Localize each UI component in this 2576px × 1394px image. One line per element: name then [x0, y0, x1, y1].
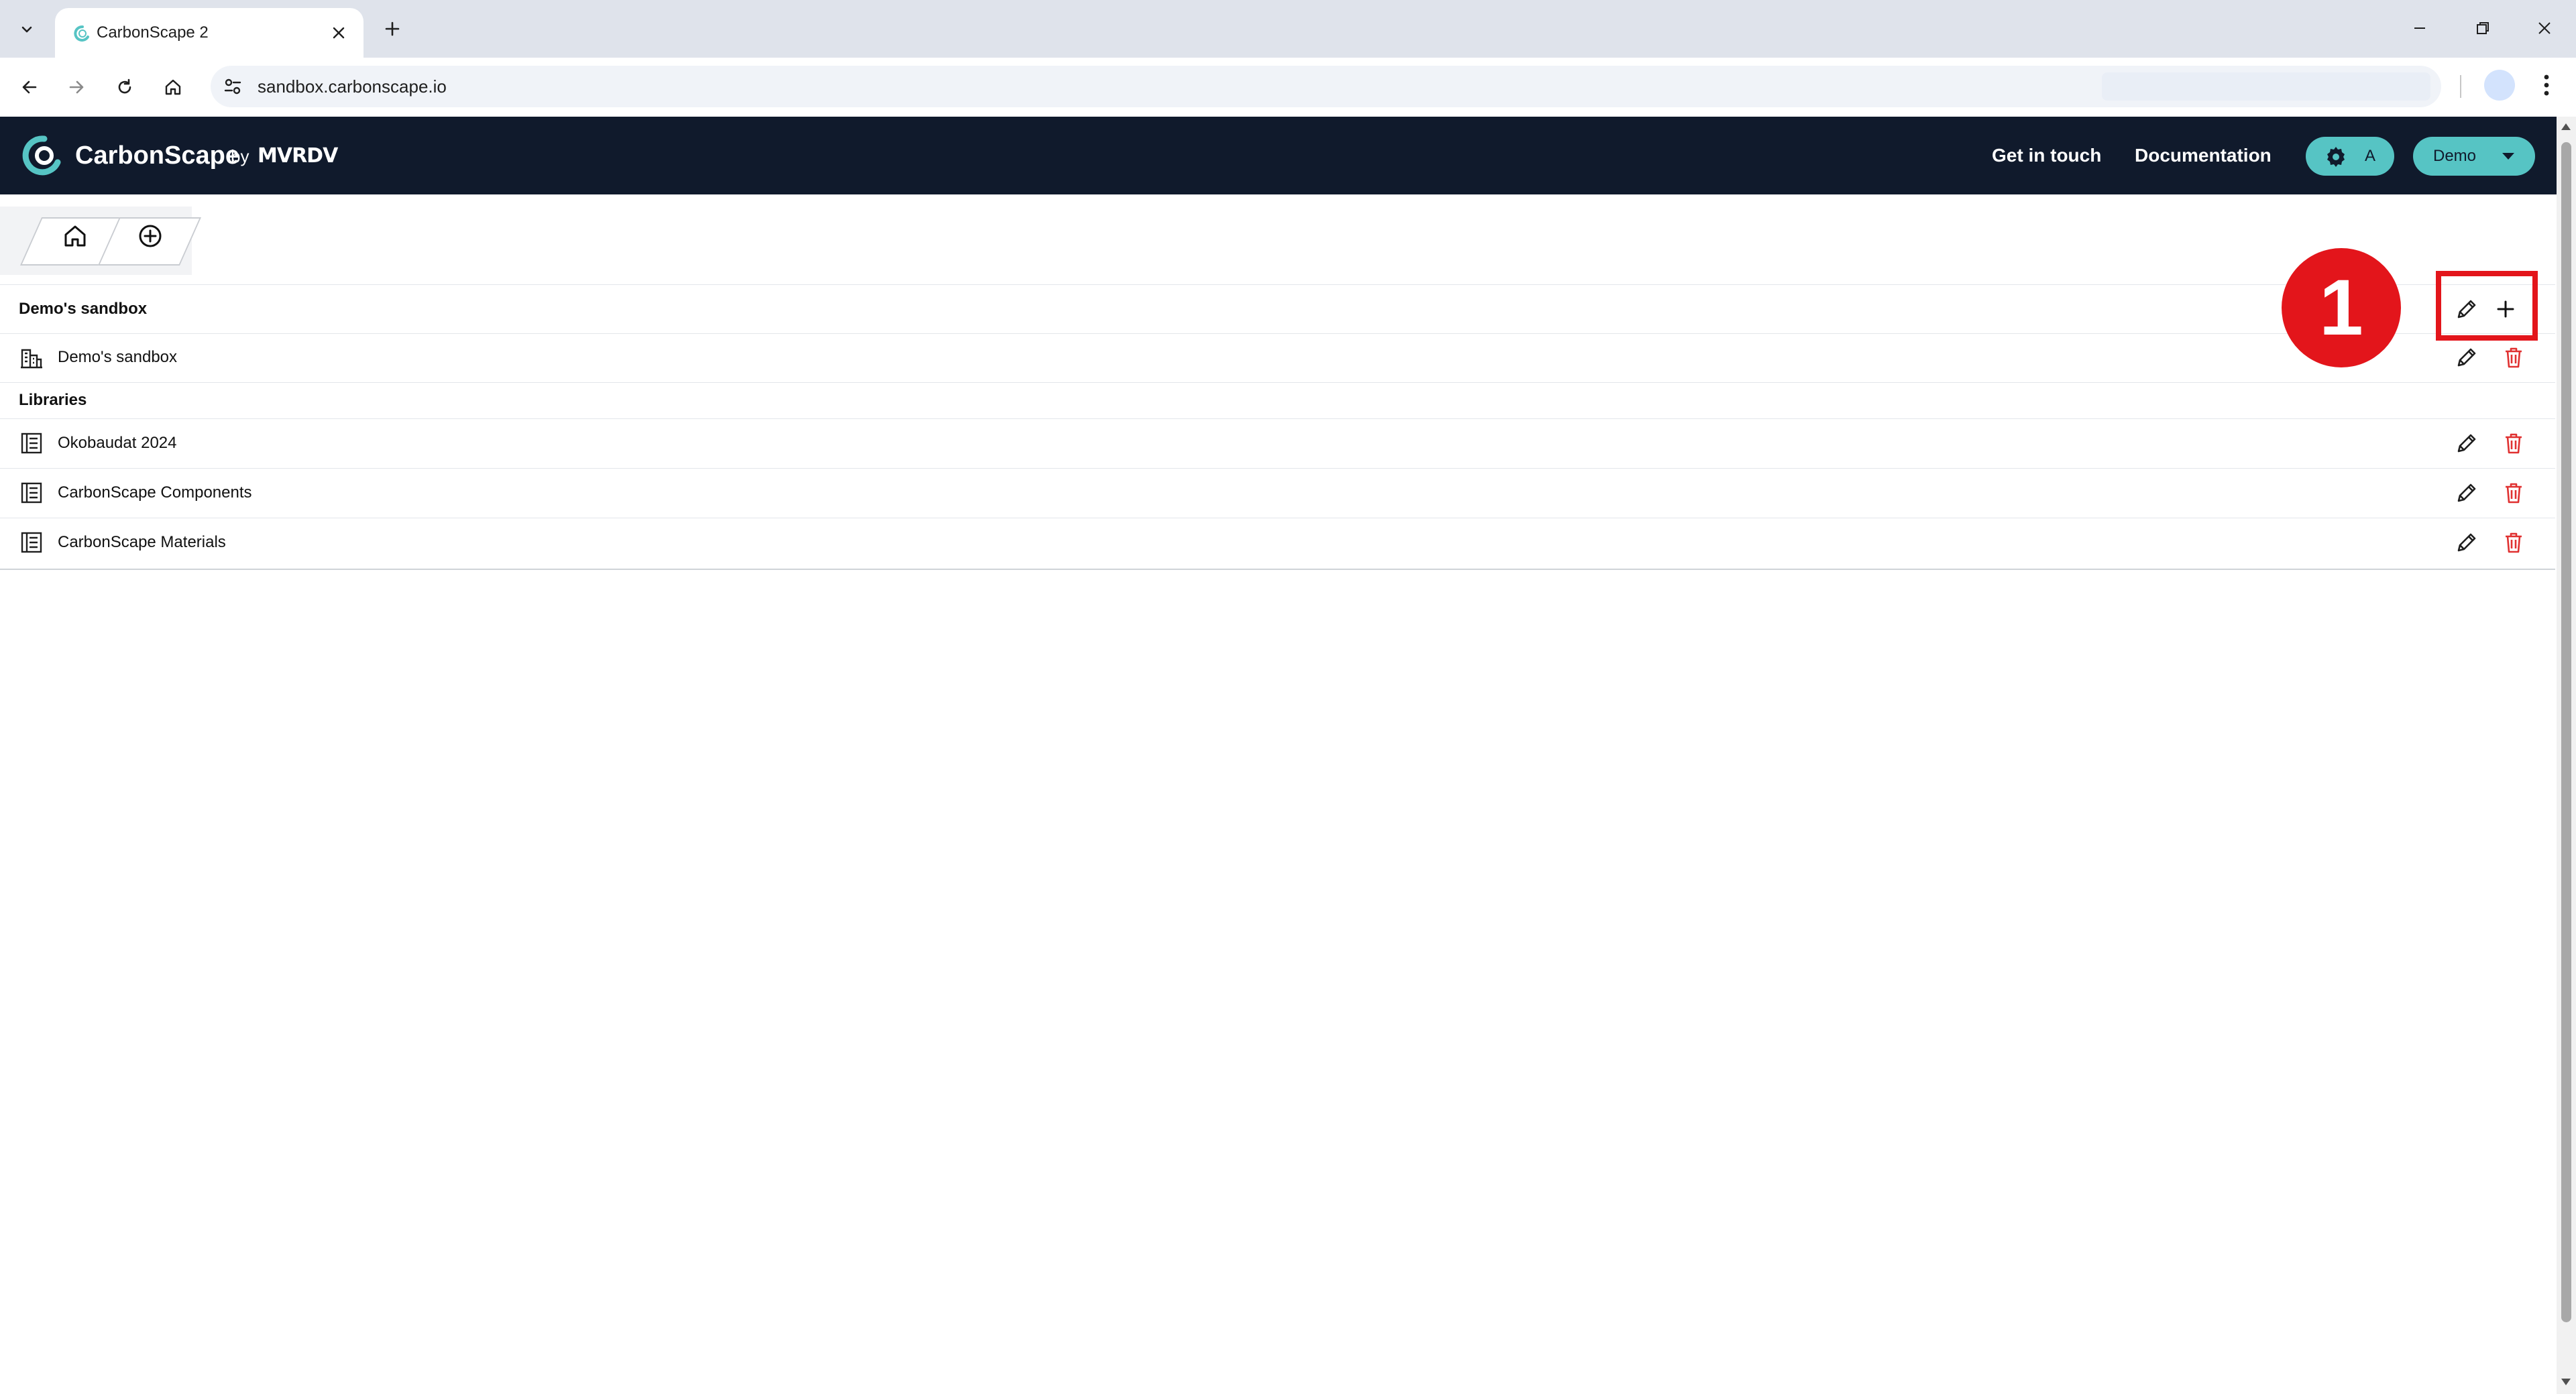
more-vertical-icon [2544, 74, 2549, 96]
home-icon [165, 79, 181, 95]
caret-down-icon [2502, 153, 2514, 160]
user-menu-button[interactable]: Demo [2413, 137, 2535, 176]
close-window-button[interactable] [2524, 9, 2565, 47]
address-bar[interactable]: sandbox.carbonscape.io [211, 66, 2441, 107]
tab-search-button[interactable] [9, 12, 44, 47]
list-item[interactable]: CarbonScape Components [0, 468, 2555, 518]
document-icon [21, 432, 42, 454]
item-label: CarbonScape Materials [58, 533, 226, 551]
reload-button[interactable] [109, 71, 141, 103]
user-menu-label: Demo [2433, 147, 2477, 165]
trash-icon [2506, 347, 2522, 368]
tab-title: CarbonScape 2 [97, 23, 209, 42]
section-header-workspace: Demo's sandbox [0, 284, 2555, 334]
browser-menu-button[interactable] [2531, 70, 2562, 101]
arrow-right-icon [69, 80, 84, 94]
app-header: CarbonScape by MVRDV Get in touch Docume… [0, 117, 2557, 194]
close-icon [333, 27, 345, 39]
delete-button[interactable] [2500, 430, 2527, 457]
close-icon [2538, 22, 2551, 34]
pencil-icon [2457, 434, 2476, 453]
trash-icon [2506, 483, 2522, 504]
scrollbar-thumb[interactable] [2561, 142, 2571, 1322]
chevron-down-icon [21, 26, 32, 33]
browser-tab-active[interactable]: CarbonScape 2 [55, 8, 363, 58]
minimize-window-button[interactable] [2400, 9, 2440, 47]
gear-icon [2327, 147, 2345, 167]
item-label: Demo's sandbox [58, 348, 178, 366]
browser-tab-strip: CarbonScape 2 [0, 0, 2576, 58]
pencil-icon [2457, 533, 2476, 552]
settings-label: A [2365, 147, 2376, 165]
new-tab-button[interactable] [377, 13, 408, 44]
document-icon [21, 532, 42, 553]
home-button[interactable] [157, 71, 189, 103]
scroll-up-arrow-icon[interactable] [2561, 122, 2571, 131]
settings-button[interactable]: A [2306, 137, 2394, 176]
delete-button[interactable] [2500, 479, 2527, 506]
annotation-highlight-box [2436, 271, 2538, 341]
pencil-icon [2457, 348, 2476, 367]
section-title: Demo's sandbox [19, 300, 148, 318]
pencil-icon [2457, 483, 2476, 502]
list-item[interactable]: Demo's sandbox [0, 333, 2555, 383]
close-tab-button[interactable] [327, 21, 350, 44]
forward-button[interactable] [60, 71, 93, 103]
content-list: Demo's sandbox Demo's sandbox Libraries … [0, 284, 2555, 570]
edit-button[interactable] [2453, 529, 2480, 556]
back-button[interactable] [13, 71, 46, 103]
delete-button[interactable] [2500, 529, 2527, 556]
item-label: Okobaudat 2024 [58, 434, 177, 452]
profile-avatar[interactable] [2484, 70, 2515, 101]
section-header-libraries: Libraries [0, 382, 2555, 419]
scroll-down-arrow-icon[interactable] [2561, 1377, 2571, 1387]
list-item[interactable]: CarbonScape Materials [0, 518, 2555, 567]
edit-button[interactable] [2453, 344, 2480, 371]
page-scrollbar[interactable] [2557, 117, 2576, 1394]
document-icon [21, 482, 42, 504]
section-title: Libraries [19, 391, 87, 409]
arrow-left-icon [22, 80, 37, 94]
delete-button[interactable] [2500, 344, 2527, 371]
site-settings-icon[interactable] [223, 76, 243, 97]
reload-icon [118, 78, 131, 94]
trash-icon [2506, 433, 2522, 454]
carbonscape-logo-icon[interactable] [20, 135, 62, 176]
minimize-icon [2414, 27, 2425, 29]
edit-button[interactable] [2453, 479, 2480, 506]
building-icon [21, 349, 42, 369]
edit-button[interactable] [2453, 430, 2480, 457]
address-bar-blank-area [2102, 72, 2430, 101]
trash-icon [2506, 532, 2522, 553]
restore-window-button[interactable] [2463, 9, 2503, 47]
mvrdv-logo: MVRDV [258, 144, 338, 168]
carbonscape-favicon-icon [74, 25, 89, 42]
list-item[interactable]: Okobaudat 2024 [0, 418, 2555, 469]
url-text: sandbox.carbonscape.io [258, 76, 447, 97]
brand-name[interactable]: CarbonScape [75, 117, 239, 194]
item-label: CarbonScape Components [58, 483, 252, 502]
add-circle-icon [139, 225, 162, 247]
restore-icon [2477, 22, 2489, 34]
brand-by: by [231, 146, 249, 166]
get-in-touch-link[interactable]: Get in touch [1992, 117, 2101, 194]
plus-icon [385, 21, 400, 36]
home-icon [64, 225, 86, 247]
annotation-badge: 1 [2282, 248, 2401, 367]
documentation-link[interactable]: Documentation [2135, 117, 2272, 194]
toolbar-divider [2460, 75, 2461, 98]
